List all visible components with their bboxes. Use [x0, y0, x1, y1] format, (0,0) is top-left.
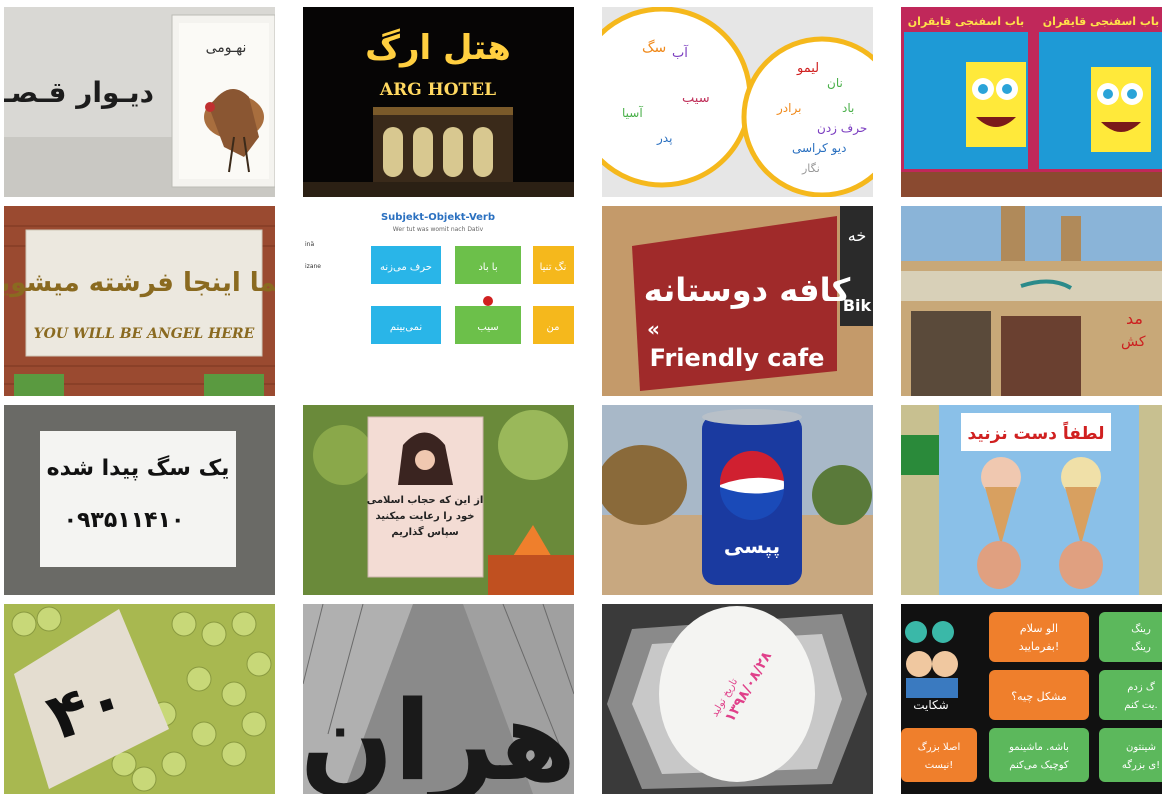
tile-pepsi-can[interactable]: پپسی [602, 405, 873, 595]
word-box: حرف می‌زنه [380, 262, 432, 273]
tile-word-circles[interactable]: سگ سیب آب پدر آسیا نان لیمو باد حرف زدن … [602, 7, 873, 197]
circle-word: آب [672, 44, 689, 61]
sign-line: از این که حجاب اسلامی [367, 495, 484, 506]
sign-title: باب اسفنجی قایقران [908, 15, 1024, 28]
circle-word: پدر [656, 131, 672, 146]
cafe-sign-en: Friendly cafe [650, 344, 825, 372]
phone-number: ۰۹۳۵۱۱۴۱۰ [64, 508, 185, 533]
image-grid: نهـومی دیـوار قـصـه هتل ارگ ARG HOTEL [0, 0, 1162, 794]
circle-word: سیب [682, 91, 710, 106]
sign-line: خود را رعایت میکنید [376, 511, 475, 522]
sticky-text: ی بزرگه! [1122, 759, 1160, 771]
circle-word: باد [842, 101, 854, 115]
wall-text: دیـوار قـصـه [4, 76, 154, 109]
tile-sov-slide[interactable]: Subjekt-Objekt-Verb Wer tut was womit na… [303, 206, 574, 396]
complaint-label: شکایت [913, 698, 948, 712]
circle-word: دیو کراسی [792, 141, 846, 156]
sticky-text: مشکل چیه؟ [1011, 690, 1067, 703]
side-sign-fa: خه [848, 226, 866, 245]
sticky-text: گ زدم [1127, 680, 1155, 693]
sign-en: YOU WILL BE ANGEL HERE [34, 326, 255, 342]
wall-graffiti: کش [1121, 334, 1146, 350]
sticky-text: بفرمایید! [1019, 640, 1060, 653]
word-box: نمی‌بینم [390, 322, 422, 333]
tile-lost-dog[interactable]: یک سگ پیدا شده ۰۹۳۵۱۱۴۱۰ [4, 405, 275, 595]
cafe-sign-fa: کافه دوستانه [644, 271, 851, 309]
tile-dont-touch[interactable]: لطفاً دست نزنید [901, 405, 1162, 595]
sign-line: سپاس گذاریم [391, 525, 458, 538]
hotel-sign-en: ARG HOTEL [379, 80, 496, 100]
sticky-text: الو سلام [1020, 622, 1058, 635]
sticky-text: باشه. ماشینمو [1008, 742, 1069, 753]
chevron-left-icon: « [647, 317, 660, 341]
wall-graffiti: مد [1126, 309, 1143, 328]
circle-word: سگ [642, 39, 666, 56]
sign-fa: شما اینجا فرشته میشوید [4, 268, 275, 298]
hotel-sign-fa: هتل ارگ [365, 27, 511, 68]
tile-angel-sign[interactable]: شما اینجا فرشته میشوید YOU WILL BE ANGEL… [4, 206, 275, 396]
sticky-text: اصلا بزرگ [918, 740, 961, 753]
word-box: سیب [477, 322, 498, 333]
tile-story-wall[interactable]: نهـومی دیـوار قـصـه [4, 7, 275, 197]
circle-word: آسیا [622, 105, 643, 120]
sticky-text: یت کنم. [1124, 700, 1157, 711]
slide-title: Subjekt-Objekt-Verb [381, 212, 495, 223]
tile-hijab-sign[interactable]: از این که حجاب اسلامی خود را رعایت میکنی… [303, 405, 574, 595]
sculpture-letters: هران [303, 677, 574, 794]
sticky-text: شینتون [1126, 742, 1156, 753]
circle-word: حرف زدن [817, 121, 867, 136]
sticky-text: نیست! [925, 760, 954, 771]
side-label: izane [305, 263, 321, 270]
tile-arg-hotel[interactable]: هتل ارگ ARG HOTEL [303, 7, 574, 197]
circle-word: نگار [801, 162, 820, 175]
sign-title: باب اسفنجی قایقران [1043, 15, 1159, 28]
tile-friendly-cafe[interactable]: خه Bik کافه دوستانه Friendly cafe « [602, 206, 873, 396]
tile-spongebob-sign[interactable]: باب اسفنجی قایقران باب اسفنجی قایقران [901, 7, 1162, 197]
tile-tehran-letters[interactable]: هران [303, 604, 574, 794]
circle-word: لیمو [796, 61, 819, 76]
circle-word: برادر [776, 101, 801, 116]
circle-word: نان [827, 76, 843, 90]
tile-yazd-street[interactable]: مد کش [901, 206, 1162, 396]
word-box: با باد [478, 262, 497, 273]
sticky-text: رینگ [1131, 623, 1151, 635]
tile-grapes-price[interactable]: ۴۰ [4, 604, 275, 794]
tile-egg-stamp[interactable]: ۱۳۹۸/۰۸/۲۸ تاریخ تولید [602, 604, 873, 794]
warning-text: لطفاً دست نزنید [968, 420, 1105, 444]
apple-icon [483, 296, 493, 306]
notice-title: یک سگ پیدا شده [47, 454, 230, 481]
tile-complaint-dialog[interactable]: شکایت الو سلام بفرمایید! مشکل چیه؟ باشه.… [901, 604, 1162, 794]
can-label: پپسی [724, 534, 780, 559]
side-label: inä [305, 241, 314, 248]
slide-subtitle: Wer tut was womit nach Dativ [393, 226, 484, 233]
poster-title: نهـومی [206, 40, 247, 56]
sticky-text: رینگ [1131, 641, 1151, 653]
word-box: من [547, 322, 560, 333]
sticky-text: کوچیک می‌کنم [1009, 760, 1069, 771]
word-box: نگ تنیا [540, 261, 567, 273]
